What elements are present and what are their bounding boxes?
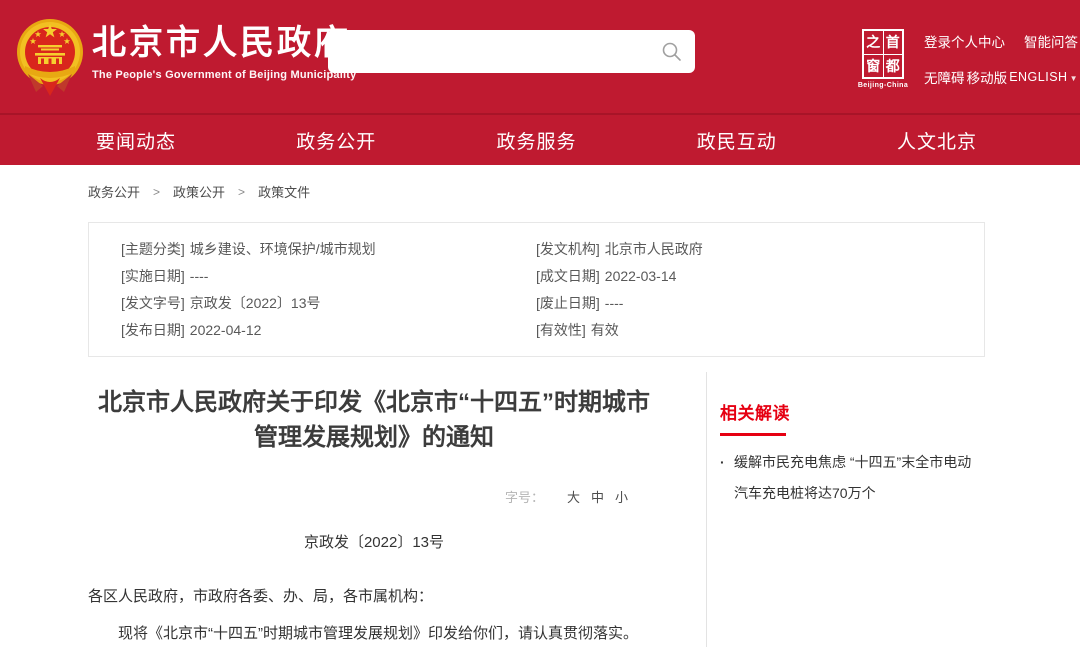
nav-item-gov-disclosure[interactable]: 政务公开 <box>288 127 384 154</box>
related-article-text: 缓解市民充电焦虑 “十四五”末全市电动汽车充电桩将达70万个 <box>734 454 971 501</box>
sidebar-title-underline <box>720 433 786 436</box>
site-subtitle: The People's Government of Beijing Munic… <box>92 69 356 81</box>
header-links-row-1: 登录个人中心 智能问答 <box>924 31 1078 51</box>
header-links-row-2: 无障碍 移动版 ENGLISH▼ <box>924 67 1078 87</box>
related-reading-sidebar: 相关解读 · 缓解市民充电焦虑 “十四五”末全市电动汽车充电桩将达70万个 <box>720 399 986 509</box>
breadcrumb-separator: > <box>238 185 245 199</box>
sidebar-list: · 缓解市民充电焦虑 “十四五”末全市电动汽车充电桩将达70万个 <box>720 447 986 509</box>
header-links: 登录个人中心 智能问答 无障碍 移动版 ENGLISH▼ <box>924 31 1078 87</box>
nav-item-culture[interactable]: 人文北京 <box>889 127 985 154</box>
page-title: 北京市人民政府关于印发《北京市“十四五”时期城市管理发展规划》的通知 <box>98 385 650 455</box>
breadcrumb-item[interactable]: 政策公开 <box>173 182 225 201</box>
meta-row-implement-date: [实施日期]---- <box>121 263 376 290</box>
capital-window-seal-logo[interactable]: 之 首 窗 都 <box>862 29 904 79</box>
breadcrumb-item[interactable]: 政务公开 <box>88 182 140 201</box>
meta-row-doc-number: [发文字号]京政发〔2022〕13号 <box>121 290 376 317</box>
meta-row-validity: [有效性]有效 <box>536 317 703 344</box>
breadcrumb-item[interactable]: 政策文件 <box>258 182 310 201</box>
search-icon <box>660 40 683 63</box>
site-title-block[interactable]: 北京市人民政府 The People's Government of Beiji… <box>92 24 356 81</box>
seal-caption: Beijing-China <box>856 82 910 89</box>
nav-item-gov-services[interactable]: 政务服务 <box>488 127 584 154</box>
chevron-down-icon: ▼ <box>1070 74 1078 83</box>
main-nav-inner: 要闻动态 政务公开 政务服务 政民互动 人文北京 <box>88 115 985 165</box>
article-paragraph: 现将《北京市“十四五”时期城市管理发展规划》印发给你们，请认真贯彻落实。 <box>88 623 700 645</box>
meta-row-topic: [主题分类]城乡建设、环境保护/城市规划 <box>121 236 376 263</box>
seal-char: 首 <box>884 31 903 54</box>
breadcrumb: 政务公开 > 政策公开 > 政策文件 <box>88 182 310 201</box>
login-link[interactable]: 登录个人中心 <box>924 31 1005 51</box>
seal-char: 窗 <box>864 55 883 78</box>
font-size-controls: 字号： 大中小 <box>88 487 628 506</box>
nav-item-news[interactable]: 要闻动态 <box>88 127 184 154</box>
content-divider <box>706 372 707 647</box>
document-meta-box: [主题分类]城乡建设、环境保护/城市规划 [实施日期]---- [发文字号]京政… <box>88 222 985 357</box>
seal-char: 都 <box>884 55 903 78</box>
related-article-link[interactable]: · 缓解市民充电焦虑 “十四五”末全市电动汽车充电桩将达70万个 <box>720 447 985 509</box>
article-paragraph: 各区人民政府，市政府各委、办、局，各市属机构： <box>88 586 700 608</box>
site-header: 北京市人民政府 The People's Government of Beiji… <box>0 0 1080 113</box>
meta-column-right: [发文机构]北京市人民政府 [成文日期]2022-03-14 [废止日期]---… <box>536 236 703 344</box>
meta-column-left: [主题分类]城乡建设、环境保护/城市规划 [实施日期]---- [发文字号]京政… <box>121 236 376 344</box>
meta-row-written-date: [成文日期]2022-03-14 <box>536 263 703 290</box>
page: 北京市人民政府 The People's Government of Beiji… <box>0 0 1080 647</box>
document-number: 京政发〔2022〕13号 <box>88 531 660 552</box>
nav-item-interaction[interactable]: 政民互动 <box>689 127 785 154</box>
search-button[interactable] <box>660 40 683 63</box>
font-size-large-button[interactable]: 大 <box>567 490 580 505</box>
mobile-version-link[interactable]: 移动版 <box>967 67 1008 87</box>
font-size-label: 字号： <box>505 490 544 505</box>
national-emblem-icon <box>16 14 84 98</box>
meta-row-issuing-agency: [发文机构]北京市人民政府 <box>536 236 703 263</box>
bullet-icon: · <box>720 447 725 478</box>
font-size-small-button[interactable]: 小 <box>615 490 628 505</box>
smart-qa-link[interactable]: 智能问答 <box>1024 31 1078 51</box>
meta-row-publish-date: [发布日期]2022-04-12 <box>121 317 376 344</box>
english-link[interactable]: ENGLISH▼ <box>1009 70 1078 84</box>
seal-char: 之 <box>864 31 883 54</box>
accessibility-link[interactable]: 无障碍 <box>924 67 965 87</box>
article-title-wrap: 北京市人民政府关于印发《北京市“十四五”时期城市管理发展规划》的通知 <box>88 385 660 455</box>
site-title: 北京市人民政府 <box>92 24 356 62</box>
meta-row-repeal-date: [废止日期]---- <box>536 290 703 317</box>
search-box <box>328 30 695 73</box>
main-nav: 要闻动态 政务公开 政务服务 政民互动 人文北京 <box>0 113 1080 165</box>
search-input[interactable] <box>342 30 662 73</box>
breadcrumb-separator: > <box>153 185 160 199</box>
sidebar-title: 相关解读 <box>720 399 986 424</box>
national-emblem-logo[interactable] <box>16 14 84 98</box>
font-size-medium-button[interactable]: 中 <box>591 490 604 505</box>
